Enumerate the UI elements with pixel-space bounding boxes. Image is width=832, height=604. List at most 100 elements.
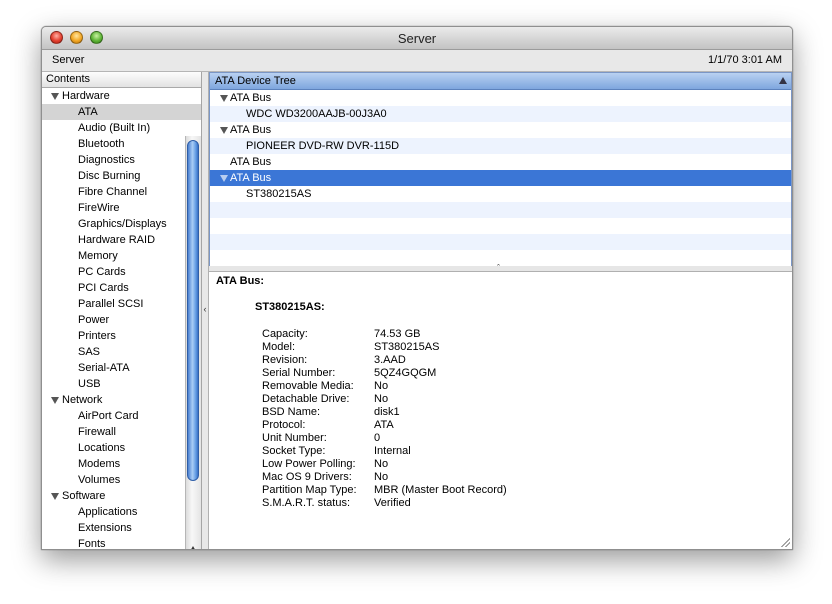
- property-key: BSD Name:: [262, 406, 321, 418]
- contents-header[interactable]: Contents: [42, 72, 201, 88]
- sidebar-group-software[interactable]: Software: [42, 488, 201, 504]
- property-value: No: [374, 380, 389, 392]
- sidebar-item-bluetooth[interactable]: Bluetooth: [42, 136, 201, 152]
- device-tree-row[interactable]: [210, 250, 791, 266]
- sidebar-item-modems[interactable]: Modems: [42, 456, 201, 472]
- contents-list: Hardware ATA Audio (Built In) Bluetooth Diag…: [42, 88, 201, 549]
- property-value: No: [374, 393, 389, 405]
- property-key: Model:: [262, 341, 296, 353]
- info-bar: Server 1/1/70 3:01 AM: [42, 50, 792, 72]
- property-value: MBR (Master Boot Record): [374, 484, 507, 496]
- property-key: Removable Media:: [262, 380, 354, 392]
- property-key: Low Power Polling:: [262, 458, 356, 470]
- device-tree-row[interactable]: [210, 234, 791, 250]
- sidebar-item-sas[interactable]: SAS: [42, 344, 201, 360]
- device-tree-row[interactable]: PIONEER DVD-RW DVR-115D: [210, 138, 791, 154]
- property-key: Capacity:: [262, 328, 308, 340]
- system-profiler-window: Server Server 1/1/70 3:01 AM Contents Ha…: [41, 26, 793, 550]
- sidebar-item-printers[interactable]: Printers: [42, 328, 201, 344]
- device-tree-row[interactable]: ATA Bus: [210, 170, 791, 186]
- sidebar-item-pci-cards[interactable]: PCI Cards: [42, 280, 201, 296]
- device-tree-row[interactable]: ST380215AS: [210, 186, 791, 202]
- device-tree-row-label: ATA Bus: [230, 172, 272, 184]
- property-value: 74.53 GB: [374, 328, 421, 340]
- disclosure-triangle-icon[interactable]: [51, 493, 59, 500]
- disclosure-triangle-icon[interactable]: [220, 127, 228, 134]
- contents-sidebar: Contents Hardware ATA Audio (Built In) Blue…: [42, 72, 202, 549]
- machine-name: Server: [52, 54, 85, 66]
- device-tree-pane: ATA Device Tree ATA Bus WDC WD3200AAJB-00…: [209, 72, 792, 267]
- property-key: Mac OS 9 Drivers:: [262, 471, 352, 483]
- property-value: No: [374, 458, 389, 470]
- property-key: Protocol:: [262, 419, 306, 431]
- property-key: Partition Map Type:: [262, 484, 357, 496]
- sidebar-item-pc-cards[interactable]: PC Cards: [42, 264, 201, 280]
- device-tree-row[interactable]: ATA Bus: [210, 90, 791, 106]
- property-value: 3.AAD: [374, 354, 406, 366]
- disclosure-triangle-icon[interactable]: [51, 93, 59, 100]
- property-value: ATA: [374, 419, 394, 431]
- sidebar-item-disc-burning[interactable]: Disc Burning: [42, 168, 201, 184]
- sidebar-item-firewall[interactable]: Firewall: [42, 424, 201, 440]
- sidebar-item-airport-card[interactable]: AirPort Card: [42, 408, 201, 424]
- disclosure-triangle-icon[interactable]: [220, 175, 228, 182]
- property-key: Socket Type:: [262, 445, 326, 457]
- sidebar-group-network[interactable]: Network: [42, 392, 201, 408]
- device-name-heading: ST380215AS:: [255, 301, 325, 313]
- device-tree-row-label: WDC WD3200AAJB-00J3A0: [246, 108, 387, 120]
- sidebar-scrollbar[interactable]: [185, 136, 201, 549]
- sidebar-item-power[interactable]: Power: [42, 312, 201, 328]
- device-tree-row[interactable]: ATA Bus: [210, 154, 791, 170]
- property-value: 5QZ4GQGM: [374, 367, 437, 379]
- sidebar-item-usb[interactable]: USB: [42, 376, 201, 392]
- sidebar-group-label: Network: [62, 394, 103, 406]
- sidebar-item-graphics-displays[interactable]: Graphics/Displays: [42, 216, 201, 232]
- property-value: Verified: [374, 497, 411, 509]
- sidebar-item-volumes[interactable]: Volumes: [42, 472, 201, 488]
- sidebar-item-ata[interactable]: ATA: [42, 104, 201, 120]
- resize-grip-icon[interactable]: [780, 537, 790, 547]
- device-tree-header-label: ATA Device Tree: [215, 75, 296, 87]
- sidebar-item-diagnostics[interactable]: Diagnostics: [42, 152, 201, 168]
- detail-pane: ATA Bus: ST380215AS: Capacity: 74.53 GB Mo…: [209, 272, 792, 549]
- sidebar-item-serial-ata[interactable]: Serial-ATA: [42, 360, 201, 376]
- property-value: disk1: [374, 406, 400, 418]
- disclosure-triangle-icon[interactable]: [51, 397, 59, 404]
- sidebar-item-applications[interactable]: Applications: [42, 504, 201, 520]
- splitter-grip-icon[interactable]: ‹: [202, 304, 208, 314]
- sidebar-item-parallel-scsi[interactable]: Parallel SCSI: [42, 296, 201, 312]
- sidebar-item-fonts[interactable]: Fonts: [42, 536, 201, 549]
- property-key: Serial Number:: [262, 367, 336, 379]
- property-key: Revision:: [262, 354, 308, 366]
- sidebar-item-hardware-raid[interactable]: Hardware RAID: [42, 232, 201, 248]
- device-tree-row-label: PIONEER DVD-RW DVR-115D: [246, 140, 400, 152]
- datetime-label: 1/1/70 3:01 AM: [708, 54, 782, 66]
- property-value: ST380215AS: [374, 341, 440, 353]
- device-tree-row[interactable]: WDC WD3200AAJB-00J3A0: [210, 106, 791, 122]
- window-title: Server: [397, 31, 437, 46]
- sidebar-item-locations[interactable]: Locations: [42, 440, 201, 456]
- device-tree-header[interactable]: ATA Device Tree: [210, 73, 791, 90]
- device-tree-row[interactable]: ATA Bus: [210, 122, 791, 138]
- sort-ascending-icon[interactable]: [779, 77, 787, 84]
- vertical-splitter[interactable]: ‹: [202, 72, 209, 549]
- device-tree-row-label: ATA Bus: [230, 156, 272, 168]
- sidebar-item-memory[interactable]: Memory: [42, 248, 201, 264]
- disclosure-triangle-icon[interactable]: [220, 95, 228, 102]
- device-tree-row-label: ST380215AS: [246, 188, 312, 200]
- scroll-up-arrow-icon[interactable]: [189, 546, 197, 549]
- sidebar-group-hardware[interactable]: Hardware: [42, 88, 201, 104]
- sidebar-item-firewire[interactable]: FireWire: [42, 200, 201, 216]
- title-bar[interactable]: Server: [42, 27, 792, 50]
- device-tree-row[interactable]: [210, 218, 791, 234]
- sidebar-item-fibre-channel[interactable]: Fibre Channel: [42, 184, 201, 200]
- sidebar-group-label: Software: [62, 490, 106, 502]
- property-value: No: [374, 471, 389, 483]
- device-tree-row-label: ATA Bus: [230, 92, 272, 104]
- detail-heading: ATA Bus:: [216, 275, 265, 287]
- sidebar-item-audio-built-in[interactable]: Audio (Built In): [42, 120, 201, 136]
- device-tree-row[interactable]: [210, 202, 791, 218]
- sidebar-item-extensions[interactable]: Extensions: [42, 520, 201, 536]
- device-tree-rows: ATA Bus WDC WD3200AAJB-00J3A0 ATA Bus PIONE…: [210, 90, 791, 266]
- scroll-thumb[interactable]: [187, 140, 199, 481]
